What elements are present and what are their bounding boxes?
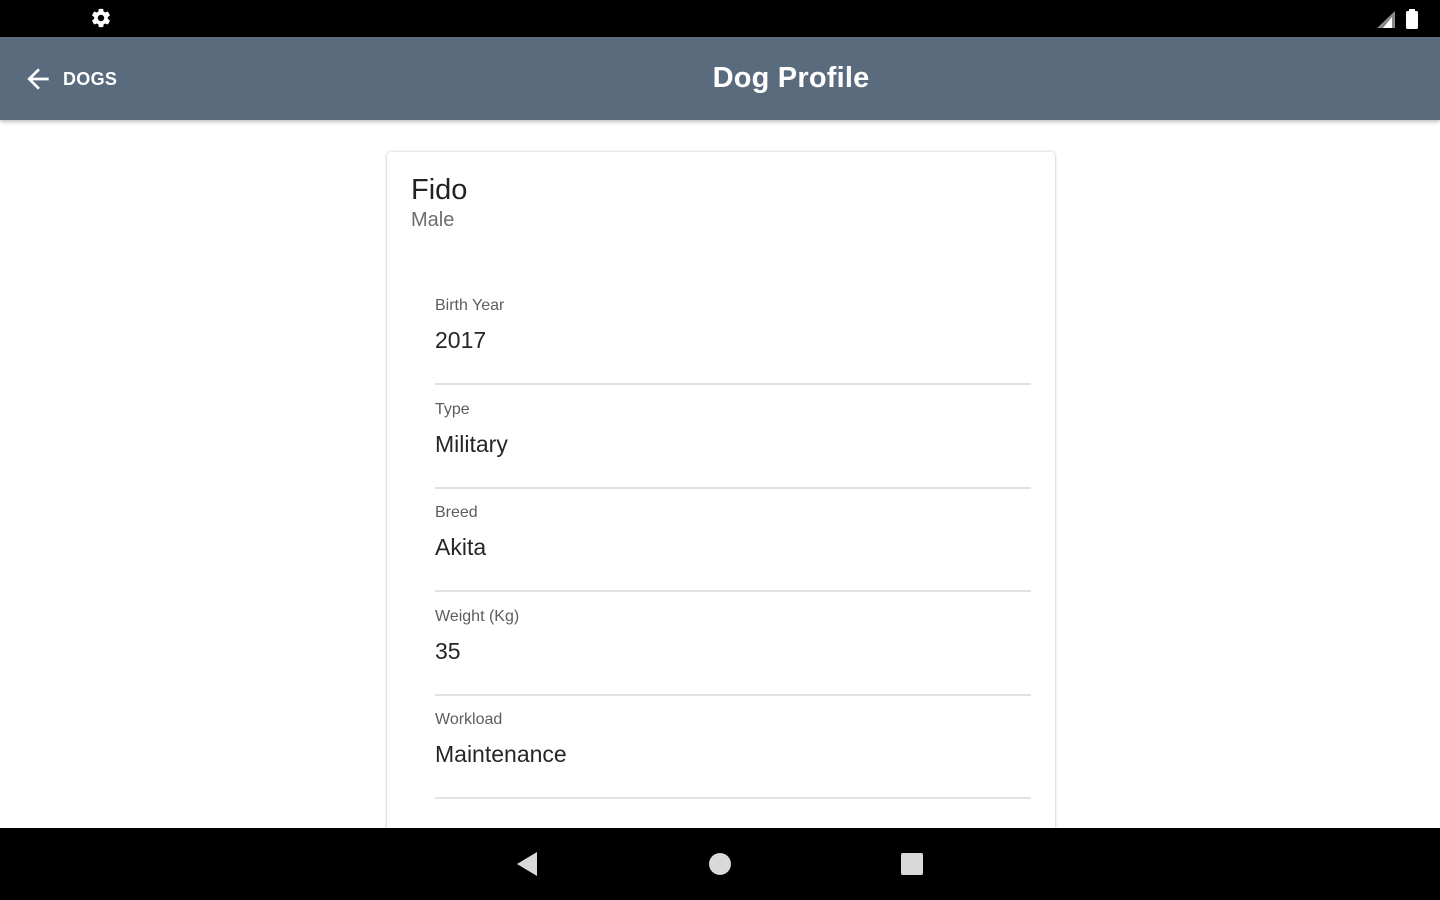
field-value: Akita: [435, 534, 487, 560]
field-label: Type: [435, 401, 470, 418]
field-breed[interactable]: Breed Akita: [435, 504, 1031, 592]
field-label: Workload: [435, 711, 503, 728]
battery-icon: [1406, 9, 1418, 29]
field-label: Breed: [435, 504, 478, 521]
field-value: 35: [435, 638, 461, 664]
field-value: Military: [435, 431, 508, 457]
field-type[interactable]: Type Military: [435, 401, 1031, 489]
dog-profile-card: Fido Male Birth Year 2017 Type Military …: [387, 152, 1055, 842]
field-value: 2017: [435, 327, 487, 353]
gear-icon: [92, 8, 110, 28]
field-workload[interactable]: Workload Maintenance: [435, 711, 1031, 799]
system-nav-bar: [0, 828, 1440, 900]
back-triangle-icon[interactable]: [513, 850, 541, 878]
app-bar: DOGS Dog Profile: [0, 37, 1440, 120]
home-circle-icon[interactable]: [706, 850, 734, 878]
field-birth-year[interactable]: Birth Year 2017: [435, 297, 1031, 385]
field-label: Weight (Kg): [435, 608, 520, 625]
status-bar: [0, 0, 1440, 37]
field-weight[interactable]: Weight (Kg) 35: [435, 608, 1031, 696]
overview-square-icon[interactable]: [898, 850, 926, 878]
dog-name: Fido: [411, 174, 468, 206]
signal-icon: [1377, 11, 1395, 28]
field-value: Maintenance: [435, 741, 567, 767]
field-label: Birth Year: [435, 297, 505, 314]
page-title: Dog Profile: [712, 62, 870, 94]
dog-sex: Male: [411, 209, 455, 231]
